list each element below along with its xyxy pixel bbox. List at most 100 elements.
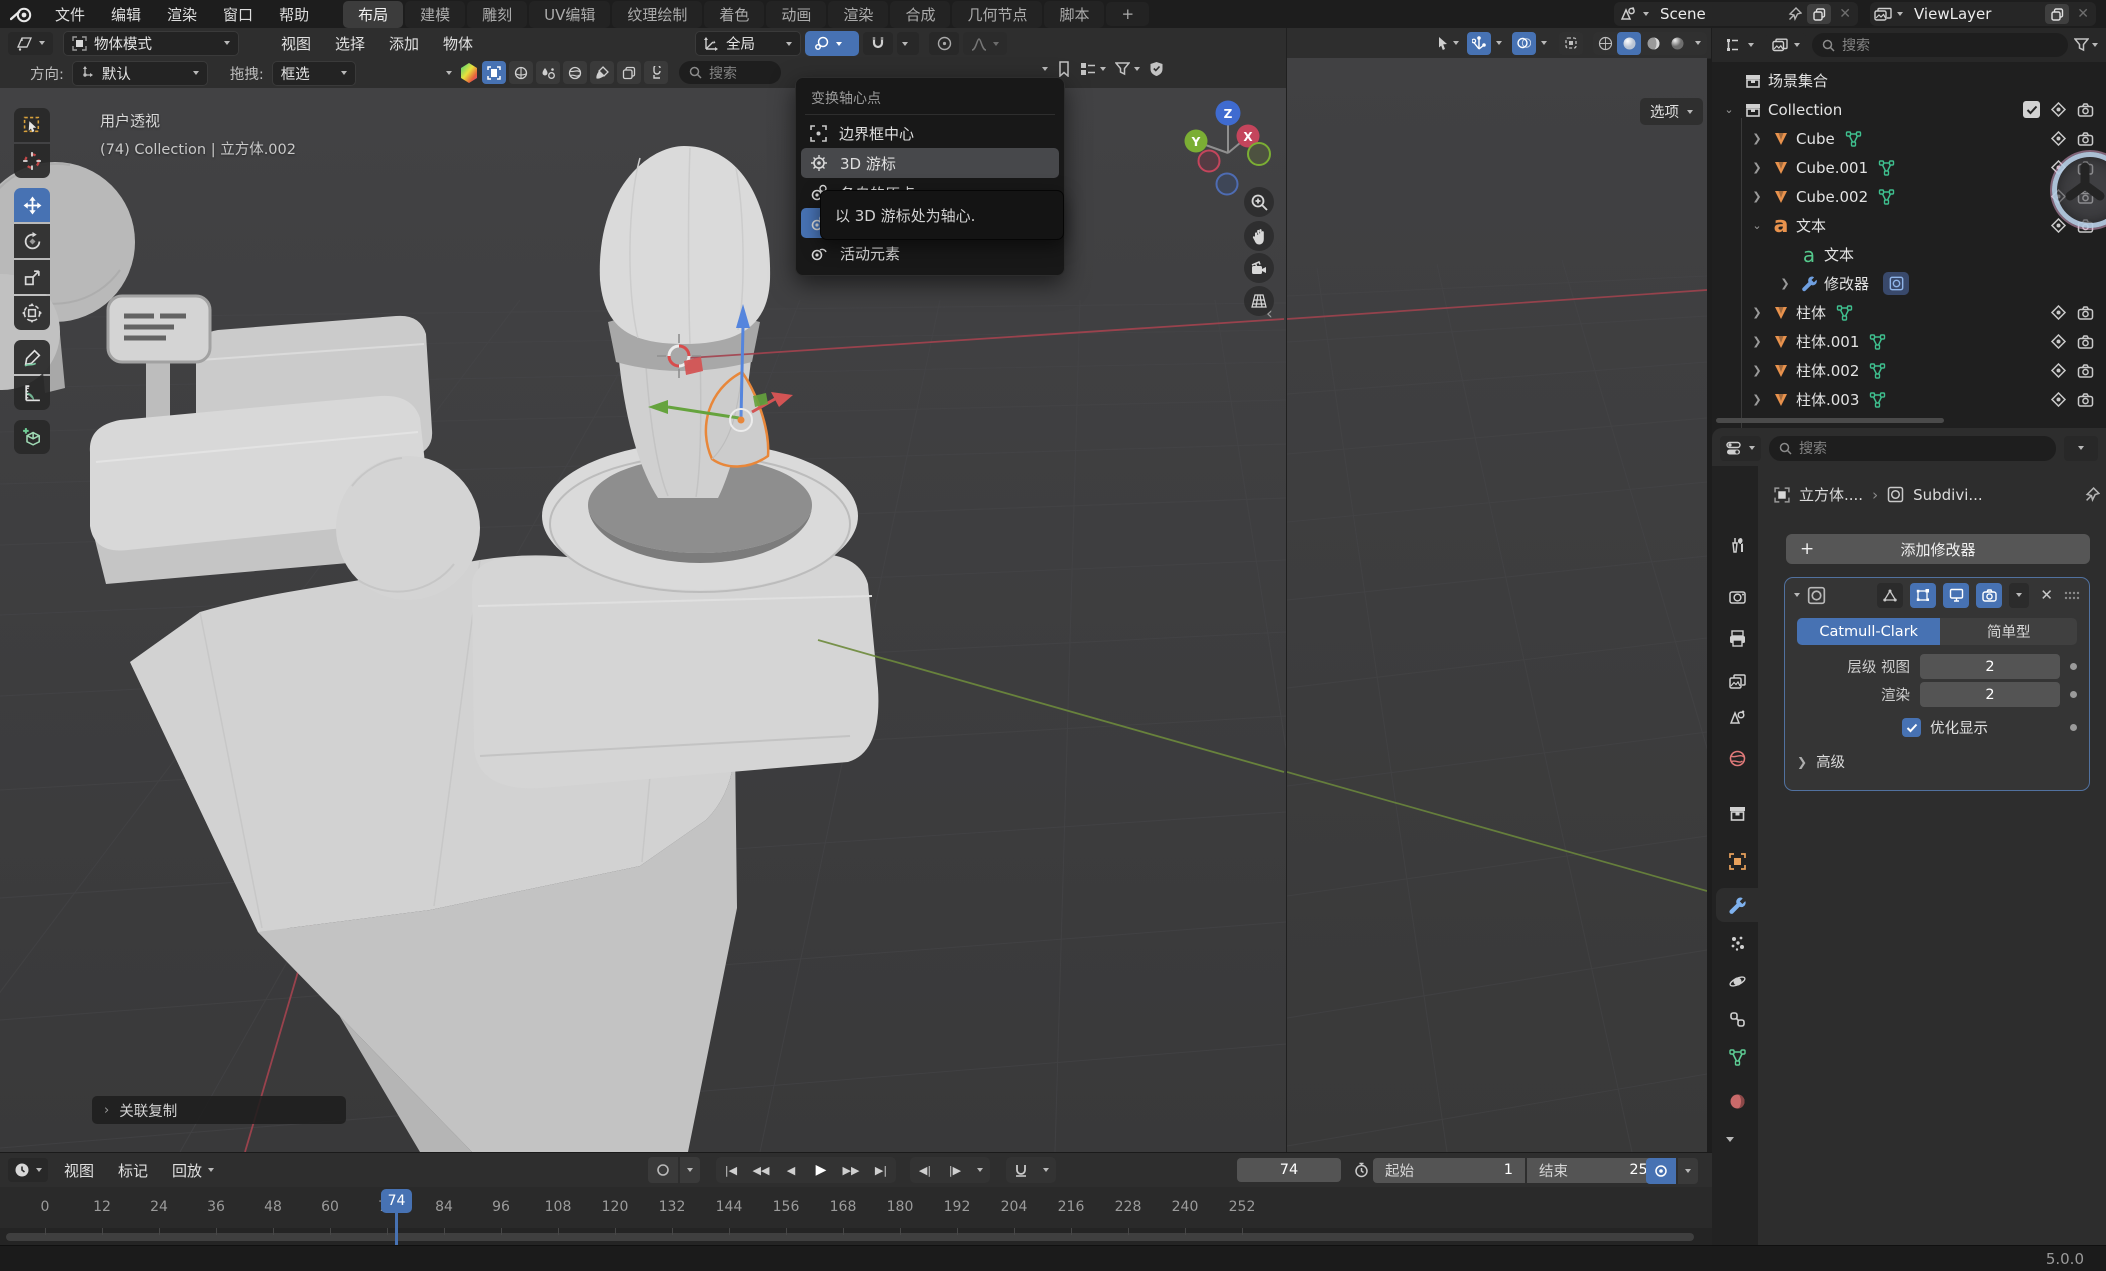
outliner-expand-arrow[interactable]: ❯ <box>1750 161 1764 174</box>
shading-dropdown-chevron[interactable] <box>1695 41 1701 45</box>
tool-icon-globe[interactable] <box>563 61 587 84</box>
step-options-chevron[interactable] <box>970 1157 990 1183</box>
pivot-menu-item-1[interactable]: 3D 游标 <box>801 148 1059 178</box>
outliner-display-mode-dropdown[interactable] <box>1720 33 1760 57</box>
auto-keying-toggle[interactable] <box>648 1157 678 1183</box>
shading-solid-button[interactable] <box>1617 32 1641 55</box>
outliner-expand-arrow[interactable]: ❯ <box>1750 306 1764 319</box>
collection-checkbox[interactable] <box>2023 101 2040 118</box>
remove-viewlayer-button[interactable]: ✕ <box>2074 6 2092 22</box>
viewlayer-name[interactable]: ViewLayer <box>1908 5 2040 23</box>
viewlayer-browse-chevron[interactable] <box>1897 12 1903 16</box>
step-forward-button[interactable]: |▶ <box>940 1157 970 1183</box>
display-mode-dropdown[interactable] <box>1080 62 1106 76</box>
transport-jump-to-start-button[interactable]: |◀ <box>716 1157 746 1183</box>
proportional-falloff-dropdown[interactable] <box>963 32 1007 55</box>
transport-play-reverse-button[interactable]: ◀ <box>776 1157 806 1183</box>
add-workspace-button[interactable]: + <box>1106 2 1149 26</box>
shading-material-button[interactable] <box>1641 32 1665 55</box>
overflow-chevron[interactable] <box>1042 67 1048 71</box>
mesh-pedestal[interactable] <box>472 554 879 788</box>
tool-cursor[interactable] <box>14 144 50 178</box>
viewport-menu-2[interactable]: 添加 <box>377 33 431 54</box>
levels-viewport-field[interactable]: 2 <box>1920 654 2060 679</box>
outliner-row-8[interactable]: ❯柱体 <box>1712 298 2106 327</box>
shading-rendered-button[interactable] <box>1665 32 1689 55</box>
properties-tab-output[interactable] <box>1716 621 1758 655</box>
disable-in-render-icon[interactable] <box>2077 103 2094 117</box>
topbar-menu-4[interactable]: 帮助 <box>266 4 322 25</box>
outliner-item-label[interactable]: Cube.001 <box>1796 159 1868 177</box>
animate-dot[interactable] <box>2070 691 2077 698</box>
bookmark-icon[interactable] <box>1057 61 1071 77</box>
topbar-menu-2[interactable]: 渲染 <box>154 4 210 25</box>
outliner-search-input[interactable]: 搜索 <box>1812 33 2068 57</box>
shield-icon[interactable] <box>1149 61 1164 77</box>
scene-icon[interactable] <box>1618 6 1638 22</box>
properties-tab-scene[interactable] <box>1716 701 1758 735</box>
disable-in-viewport-icon[interactable] <box>2050 102 2067 117</box>
workspace-tab-渲染[interactable]: 渲染 <box>828 1 888 28</box>
outliner-row-10[interactable]: ❯柱体.002 <box>1712 356 2106 385</box>
outliner-expand-arrow[interactable]: ❯ <box>1750 132 1764 145</box>
add-modifier-button[interactable]: + 添加修改器 <box>1786 534 2090 564</box>
pan-hand-button[interactable] <box>1244 221 1274 251</box>
workspace-tab-UV编辑[interactable]: UV编辑 <box>529 1 610 28</box>
properties-tab-collection[interactable] <box>1716 796 1758 830</box>
tool-measure[interactable] <box>14 376 50 410</box>
workspace-tab-几何节点[interactable]: 几何节点 <box>952 1 1042 28</box>
camera-view-button[interactable] <box>1244 253 1274 283</box>
drag-handle-icon[interactable] <box>2064 591 2080 600</box>
pivot-menu-item-4[interactable]: 活动元素 <box>801 238 1059 268</box>
outliner-row-5[interactable]: ⌄a文本 <box>1712 211 2106 240</box>
tool-icon-hook[interactable] <box>644 61 668 84</box>
disable-in-viewport-icon[interactable] <box>2050 334 2067 349</box>
viewlayer-icon[interactable] <box>1874 7 1892 22</box>
outliner-item-label[interactable]: Collection <box>1768 101 1842 119</box>
sidebar-toggle-arrow[interactable]: ‹ <box>1266 304 1273 324</box>
modifier-realtime-toggle[interactable] <box>1943 583 1969 608</box>
new-scene-button[interactable] <box>1807 4 1831 24</box>
keying-options-chevron[interactable] <box>680 1157 700 1183</box>
outliner-item-label[interactable]: Cube <box>1796 130 1835 148</box>
pivot-dropdown[interactable] <box>805 31 859 56</box>
xray-toggle[interactable] <box>1559 32 1583 55</box>
advanced-subpanel[interactable]: ❯ 高级 <box>1797 751 2077 772</box>
outliner-item-label[interactable]: 修改器 <box>1824 273 1869 294</box>
unlink-scene-button[interactable]: ✕ <box>1836 6 1854 22</box>
disable-in-viewport-icon[interactable] <box>2050 392 2067 407</box>
step-back-button[interactable]: ◀| <box>910 1157 940 1183</box>
pin-icon[interactable] <box>1788 7 1802 21</box>
workspace-tab-动画[interactable]: 动画 <box>766 1 826 28</box>
viewport-menu-3[interactable]: 物体 <box>431 33 485 54</box>
timeline-ruler[interactable]: 0122436486072849610812013214415616818019… <box>0 1187 1712 1246</box>
outliner-expand-arrow[interactable]: ❯ <box>1750 393 1764 406</box>
snap-options-dropdown[interactable] <box>897 32 919 55</box>
overlays-dropdown-chevron[interactable] <box>1541 41 1547 45</box>
pin-icon[interactable] <box>2085 487 2100 502</box>
gizmo-dropdown-chevron[interactable] <box>1496 41 1502 45</box>
blender-logo-icon[interactable] <box>10 6 34 23</box>
orientation-dropdown[interactable]: 全局 <box>695 31 801 56</box>
outliner-row-9[interactable]: ❯柱体.001 <box>1712 327 2106 356</box>
shading-wireframe-button[interactable] <box>1593 32 1617 55</box>
properties-tab-physics[interactable] <box>1716 964 1758 998</box>
modifier-extras-dropdown[interactable] <box>2009 583 2029 608</box>
outliner-row-3[interactable]: ❯ Cube.001 <box>1712 153 2106 182</box>
workspace-tab-着色[interactable]: 着色 <box>704 1 764 28</box>
keying-set-chevron[interactable] <box>1678 1158 1698 1184</box>
sync-mode-dropdown[interactable] <box>1006 1157 1056 1183</box>
scene-name[interactable]: Scene <box>1654 5 1783 23</box>
catmull-clark-button[interactable]: Catmull-Clark <box>1797 618 1940 645</box>
mesh-sphere[interactable] <box>336 456 480 600</box>
editor-type-button[interactable] <box>8 32 53 55</box>
snap-toggle[interactable] <box>863 32 893 55</box>
properties-tab-tool[interactable] <box>1716 528 1758 562</box>
breadcrumb-object[interactable]: 立方体.... <box>1799 484 1863 505</box>
tool-select-box[interactable] <box>14 108 50 142</box>
outliner-row-11[interactable]: ❯ 柱体.003 <box>1712 385 2106 414</box>
transport-play-button[interactable]: ▶ <box>806 1157 836 1183</box>
stopwatch-icon[interactable] <box>1349 1162 1373 1178</box>
outliner-item-label[interactable]: 柱体.003 <box>1796 389 1859 410</box>
outliner-expand-arrow[interactable]: ❯ <box>1750 190 1764 203</box>
